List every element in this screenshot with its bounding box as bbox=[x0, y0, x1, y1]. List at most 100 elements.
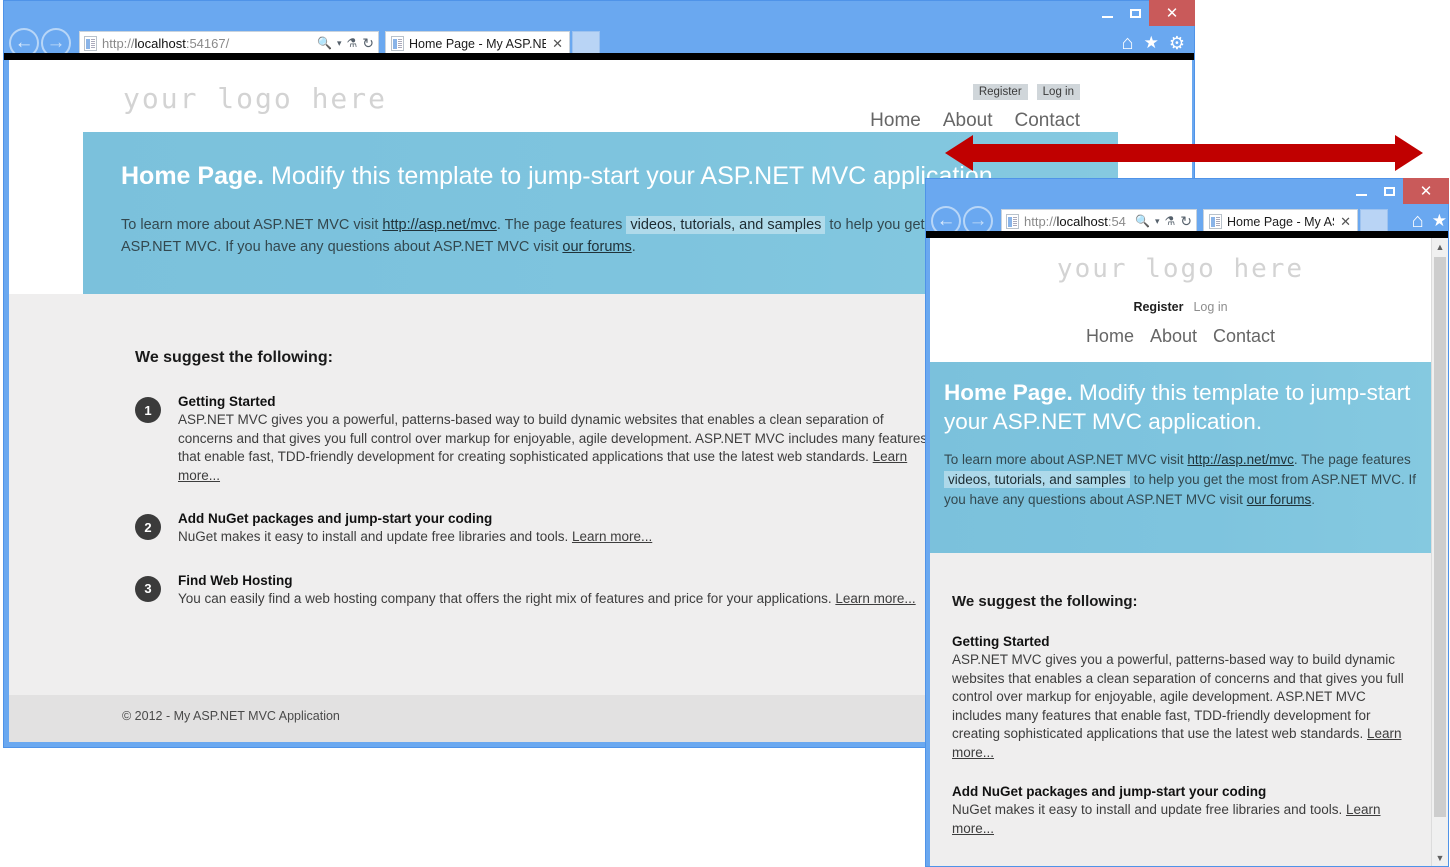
login-link[interactable]: Log in bbox=[1036, 84, 1080, 100]
hero-link-forums[interactable]: our forums bbox=[562, 239, 631, 255]
refresh-icon[interactable]: ↻ bbox=[362, 35, 374, 52]
hero-title-rest: Modify this template to jump-start your … bbox=[264, 162, 1000, 190]
hero-title-bold: Home Page. bbox=[944, 380, 1073, 405]
site-nav[interactable]: Home About Contact bbox=[930, 326, 1431, 347]
hero-body-2: . The page features bbox=[496, 217, 627, 233]
chevron-down-icon[interactable]: ▾ bbox=[337, 38, 342, 49]
small-window-buttons[interactable]: ✕ bbox=[1347, 178, 1449, 204]
suggestion-number-badge: 1 bbox=[135, 397, 161, 423]
site-logo: your logo here bbox=[123, 82, 388, 115]
suggestion-body: ASP.NET MVC gives you a powerful, patter… bbox=[952, 651, 1415, 762]
url-host: localhost bbox=[134, 35, 186, 51]
close-button[interactable]: ✕ bbox=[1403, 178, 1449, 204]
favorites-star-icon[interactable]: ★ bbox=[1432, 211, 1447, 231]
hero-link-forums[interactable]: our forums bbox=[1247, 492, 1312, 507]
minimize-button[interactable] bbox=[1347, 178, 1375, 204]
small-browser-window[interactable]: ✕ ← → http://localhost:54 🔍 ▾ ⚗ ↻ Home P… bbox=[925, 178, 1449, 867]
minimize-icon bbox=[1355, 193, 1367, 196]
suggestion-body-text: ASP.NET MVC gives you a powerful, patter… bbox=[178, 412, 928, 464]
hero-body: To learn more about ASP.NET MVC visit ht… bbox=[944, 450, 1417, 510]
tab-close-icon[interactable]: ✕ bbox=[1340, 214, 1351, 230]
search-icon[interactable]: 🔍 bbox=[1135, 214, 1150, 228]
auth-links[interactable]: Register Log in bbox=[972, 84, 1080, 100]
nav-link-about[interactable]: About bbox=[1150, 326, 1197, 347]
hero-highlight: videos, tutorials, and samples bbox=[626, 216, 826, 234]
address-bar-icons[interactable]: 🔍 ▾ ⚗ ↻ bbox=[1135, 213, 1192, 230]
main-window-buttons[interactable]: ✕ bbox=[1093, 0, 1195, 26]
scrollbar-thumb[interactable] bbox=[1434, 257, 1446, 817]
compatibility-view-icon[interactable]: ⚗ bbox=[1165, 214, 1176, 228]
address-bar-icons[interactable]: 🔍 ▾ ⚗ ↻ bbox=[317, 35, 374, 52]
close-icon: ✕ bbox=[1165, 4, 1179, 22]
compatibility-view-icon[interactable]: ⚗ bbox=[347, 36, 358, 50]
address-bar[interactable]: http://localhost:54 🔍 ▾ ⚗ ↻ bbox=[1001, 208, 1197, 234]
refresh-icon[interactable]: ↻ bbox=[1180, 213, 1192, 230]
maximize-button[interactable] bbox=[1121, 0, 1149, 26]
hero-link-aspnet-mvc[interactable]: http://asp.net/mvc bbox=[1187, 452, 1294, 467]
minimize-icon bbox=[1101, 15, 1113, 18]
favorites-star-icon[interactable]: ★ bbox=[1144, 33, 1159, 53]
suggestion-body-text: ASP.NET MVC gives you a powerful, patter… bbox=[952, 652, 1404, 741]
suggestion-title: Find Web Hosting bbox=[178, 572, 293, 588]
address-bar-text[interactable]: http://localhost:54167/ bbox=[102, 36, 317, 51]
hero-title: Home Page. Modify this template to jump-… bbox=[944, 378, 1417, 436]
search-icon[interactable]: 🔍 bbox=[317, 36, 332, 50]
small-page-body: your logo here Register Log in Home Abou… bbox=[930, 238, 1431, 866]
tab-title: Home Page - My ASP.NET ... bbox=[409, 36, 546, 51]
hero-body-4: . bbox=[1311, 492, 1315, 507]
browser-toolbar-icons[interactable]: ⌂ ★ ⚙ bbox=[1122, 32, 1195, 55]
maximize-button[interactable] bbox=[1375, 178, 1403, 204]
tools-gear-icon[interactable]: ⚙ bbox=[1169, 33, 1185, 54]
suggestion-item: Getting Started ASP.NET MVC gives you a … bbox=[952, 634, 1415, 762]
suggestion-learn-more-link[interactable]: Learn more... bbox=[572, 529, 652, 544]
suggestion-title: Getting Started bbox=[952, 634, 1050, 649]
page-favicon-icon bbox=[84, 35, 97, 51]
suggestion-learn-more-link[interactable]: Learn more... bbox=[835, 591, 915, 606]
address-bar[interactable]: http://localhost:54167/ 🔍 ▾ ⚗ ↻ bbox=[79, 30, 379, 56]
back-arrow-icon: ← bbox=[14, 32, 34, 53]
browser-tab[interactable]: Home Page - My ASP.... ✕ bbox=[1203, 208, 1358, 234]
minimize-button[interactable] bbox=[1093, 0, 1121, 26]
browser-toolbar-icons[interactable]: ⌂ ★ bbox=[1412, 210, 1449, 233]
nav-link-about[interactable]: About bbox=[943, 110, 993, 132]
suggestion-body: NuGet makes it easy to install and updat… bbox=[952, 801, 1415, 838]
forward-arrow-icon: → bbox=[968, 210, 988, 231]
site-nav[interactable]: Home About Contact bbox=[870, 110, 1080, 132]
nav-link-home[interactable]: Home bbox=[870, 110, 921, 132]
register-link[interactable]: Register bbox=[972, 84, 1028, 100]
close-button[interactable]: ✕ bbox=[1149, 0, 1195, 26]
scroll-up-button[interactable]: ▲ bbox=[1432, 238, 1448, 255]
nav-link-home[interactable]: Home bbox=[1086, 326, 1134, 347]
browser-tab[interactable]: Home Page - My ASP.NET ... ✕ bbox=[385, 30, 570, 56]
suggestion-title: Add NuGet packages and jump-start your c… bbox=[178, 511, 493, 526]
chevron-down-icon[interactable]: ▾ bbox=[1155, 216, 1160, 227]
suggestion-title: Add NuGet packages and jump-start your c… bbox=[952, 784, 1267, 799]
new-tab-button[interactable] bbox=[1360, 208, 1388, 234]
chevron-up-icon: ▲ bbox=[1435, 241, 1445, 252]
new-tab-button[interactable] bbox=[572, 30, 600, 56]
hero-link-aspnet-mvc[interactable]: http://asp.net/mvc bbox=[382, 217, 496, 233]
maximize-icon bbox=[1383, 186, 1395, 196]
home-icon[interactable]: ⌂ bbox=[1412, 210, 1424, 233]
register-link[interactable]: Register bbox=[1133, 300, 1183, 314]
tab-favicon-icon bbox=[1209, 214, 1222, 229]
tab-title: Home Page - My ASP.... bbox=[1227, 214, 1334, 229]
auth-links[interactable]: Register Log in bbox=[930, 300, 1431, 314]
suggestion-title: Getting Started bbox=[178, 394, 276, 409]
small-title-bar[interactable]: ✕ bbox=[925, 178, 1449, 204]
suggestion-body: ASP.NET MVC gives you a powerful, patter… bbox=[178, 411, 938, 485]
login-link[interactable]: Log in bbox=[1193, 300, 1227, 314]
tab-close-icon[interactable]: ✕ bbox=[552, 36, 563, 52]
main-chrome-divider bbox=[4, 53, 1194, 60]
main-title-bar[interactable]: ✕ bbox=[3, 0, 1195, 26]
vertical-scrollbar[interactable]: ▲ ▼ bbox=[1431, 238, 1448, 866]
arrow-head-left-icon bbox=[945, 135, 973, 171]
nav-link-contact[interactable]: Contact bbox=[1015, 110, 1080, 132]
home-icon[interactable]: ⌂ bbox=[1122, 32, 1134, 55]
scroll-down-button[interactable]: ▼ bbox=[1432, 849, 1448, 866]
nav-link-contact[interactable]: Contact bbox=[1213, 326, 1275, 347]
suggestion-item: Add NuGet packages and jump-start your c… bbox=[952, 784, 1415, 838]
hero-body-1: To learn more about ASP.NET MVC visit bbox=[121, 217, 383, 233]
hero-banner: Home Page. Modify this template to jump-… bbox=[930, 362, 1431, 553]
address-bar-text[interactable]: http://localhost:54 bbox=[1024, 214, 1135, 229]
